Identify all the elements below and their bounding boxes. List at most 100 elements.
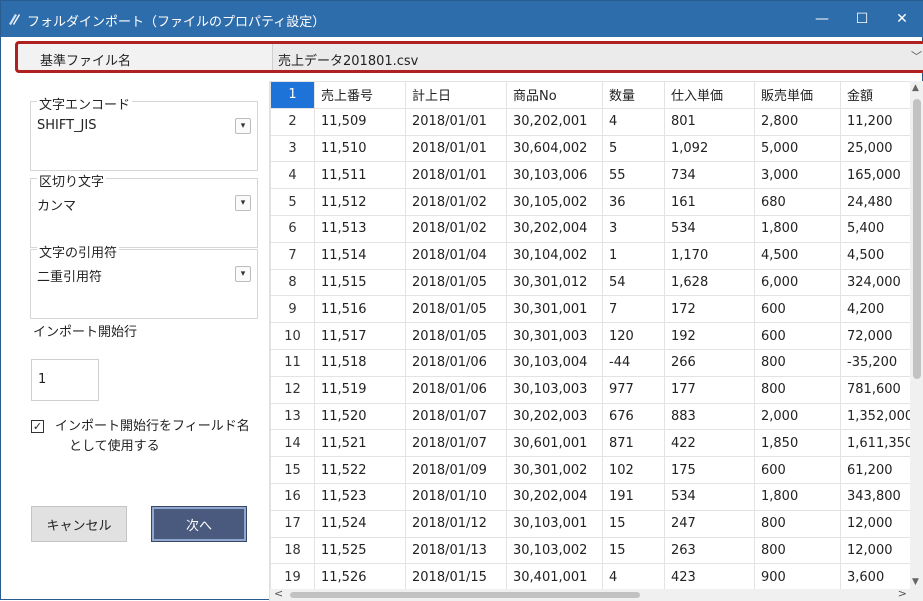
base-file-select[interactable]: 売上データ201801.csv ﹀	[272, 44, 923, 70]
scroll-left-icon[interactable]: <	[274, 587, 283, 600]
use-header-checkbox[interactable]: ✓	[31, 420, 44, 433]
row-number-cell[interactable]: 12	[270, 375, 315, 404]
table-row[interactable]: 4 11,511 2018/01/01 30,103,006 55 734 3,000 165…	[270, 161, 921, 190]
delimiter-value: カンマ	[37, 199, 77, 214]
table-cell: 25,000	[839, 134, 921, 163]
maximize-button[interactable]: ☐	[842, 1, 882, 37]
table-cell: 266	[664, 348, 755, 377]
row-number-cell[interactable]: 2	[270, 107, 315, 136]
window-title: フォルダインポート（ファイルのプロパティ設定）	[27, 15, 326, 30]
table-cell: 871	[602, 429, 665, 458]
table-cell: 30,104,002	[506, 241, 603, 270]
table-cell: 1,170	[664, 241, 755, 270]
title-bar[interactable]: フォルダインポート（ファイルのプロパティ設定） — ☐ ✕	[1, 1, 923, 37]
table-cell: 1,800	[754, 482, 841, 511]
table-row[interactable]: 5 11,512 2018/01/02 30,105,002 36 161 680 24,48…	[270, 188, 921, 216]
table-cell: 2018/01/09	[405, 456, 507, 484]
table-row[interactable]: 18 11,525 2018/01/13 30,103,002 15 263 800 12,0…	[270, 536, 921, 565]
table-cell: 11,520	[314, 402, 406, 431]
table-row[interactable]: 10 11,517 2018/01/05 30,301,003 120 192 600 72,…	[270, 322, 921, 350]
table-cell: 5	[602, 134, 665, 163]
row-number-cell[interactable]: 8	[270, 268, 315, 297]
horizontal-scroll-thumb[interactable]	[290, 592, 640, 598]
table-row[interactable]: 7 11,514 2018/01/04 30,104,002 1 1,170 4,500 4,…	[270, 241, 921, 270]
row-number-cell[interactable]: 14	[270, 429, 315, 458]
table-cell: 2018/01/02	[405, 214, 507, 243]
table-cell: 30,301,003	[506, 322, 603, 350]
table-row[interactable]: 16 11,523 2018/01/10 30,202,004 191 534 1,800 3…	[270, 482, 921, 511]
row-number-cell[interactable]: 11	[270, 348, 315, 377]
table-row[interactable]: 6 11,513 2018/01/02 30,202,004 3 534 1,800 5,40…	[270, 214, 921, 243]
table-cell: 263	[664, 536, 755, 565]
table-cell: 2018/01/13	[405, 536, 507, 565]
row-number-cell[interactable]: 9	[270, 295, 315, 324]
row-number-cell[interactable]: 17	[270, 509, 315, 538]
vertical-scroll-thumb[interactable]	[913, 99, 921, 379]
table-cell: 30,103,006	[506, 161, 603, 190]
table-cell: 4,200	[839, 295, 921, 324]
encoding-dropdown-icon[interactable]: ▾	[235, 118, 251, 134]
row-number-cell[interactable]: 4	[270, 161, 315, 190]
table-row[interactable]: 19 11,526 2018/01/15 30,401,001 4 423 900 3,600	[270, 563, 921, 592]
table-row[interactable]: 2 11,509 2018/01/01 30,202,001 4 801 2,800 11,2…	[270, 107, 921, 136]
table-row[interactable]: 12 11,519 2018/01/06 30,103,003 977 177 800 781…	[270, 375, 921, 404]
scroll-right-icon[interactable]: >	[898, 587, 907, 600]
table-cell: 11,517	[314, 322, 406, 350]
table-cell: 54	[602, 268, 665, 297]
table-cell: 177	[664, 375, 755, 404]
row-number-cell[interactable]: 3	[270, 134, 315, 163]
dialog-window: フォルダインポート（ファイルのプロパティ設定） — ☐ ✕ 基準ファイル名 売上…	[0, 0, 923, 601]
table-row[interactable]: 8 11,515 2018/01/05 30,301,012 54 1,628 6,000 3…	[270, 268, 921, 297]
table-cell: 883	[664, 402, 755, 431]
quote-dropdown-icon[interactable]: ▾	[235, 266, 251, 282]
table-row[interactable]: 17 11,524 2018/01/12 30,103,001 15 247 800 12,0…	[270, 509, 921, 538]
table-cell: 3,000	[754, 161, 841, 190]
table-row[interactable]: 13 11,520 2018/01/07 30,202,003 676 883 2,000 1…	[270, 402, 921, 431]
table-row[interactable]: 3 11,510 2018/01/01 30,604,002 5 1,092 5,000 25…	[270, 134, 921, 163]
delimiter-dropdown-icon[interactable]: ▾	[235, 195, 251, 211]
table-cell: 30,202,004	[506, 214, 603, 243]
table-cell: 676	[602, 402, 665, 431]
table-cell: 11,513	[314, 214, 406, 243]
table-cell: 175	[664, 456, 755, 484]
cancel-button[interactable]: キャンセル	[31, 506, 127, 542]
table-cell: 15	[602, 509, 665, 538]
scroll-up-icon[interactable]: ▲	[912, 83, 919, 93]
row-number-cell[interactable]: 6	[270, 214, 315, 243]
table-cell: 11,525	[314, 536, 406, 565]
table-cell: 2018/01/01	[405, 161, 507, 190]
base-file-row: 基準ファイル名 売上データ201801.csv ﹀	[15, 41, 923, 73]
row-number-cell[interactable]: 7	[270, 241, 315, 270]
table-cell: 11,510	[314, 134, 406, 163]
table-cell: 800	[754, 375, 841, 404]
table-row[interactable]: 14 11,521 2018/01/07 30,601,001 871 422 1,850 1…	[270, 429, 921, 458]
table-row[interactable]: 1 売上番号 計上日 商品No 数量 仕入単価 販売単価 金額	[270, 81, 921, 109]
encoding-group: 文字エンコード SHIFT_JIS ▾	[30, 94, 258, 171]
minimize-button[interactable]: —	[802, 1, 842, 37]
table-row[interactable]: 9 11,516 2018/01/05 30,301,001 7 172 600 4,200	[270, 295, 921, 324]
table-cell: 計上日	[405, 81, 507, 109]
table-row[interactable]: 11 11,518 2018/01/06 30,103,004 -44 266 800 -35…	[270, 348, 921, 377]
table-cell: 247	[664, 509, 755, 538]
start-row-input[interactable]: 1	[31, 359, 99, 401]
table-cell: 30,604,002	[506, 134, 603, 163]
close-button[interactable]: ✕	[882, 1, 922, 37]
row-number-cell[interactable]: 10	[270, 322, 315, 350]
table-cell: 7	[602, 295, 665, 324]
row-number-cell[interactable]: 18	[270, 536, 315, 565]
row-number-cell[interactable]: 15	[270, 456, 315, 484]
vertical-scrollbar[interactable]: ▲ ▼	[910, 81, 923, 589]
table-cell: 2,000	[754, 402, 841, 431]
table-cell: 1,800	[754, 214, 841, 243]
scroll-down-icon[interactable]: ▼	[912, 577, 919, 587]
table-row[interactable]: 15 11,522 2018/01/09 30,301,002 102 175 600 61,…	[270, 456, 921, 484]
table-cell: 1	[602, 241, 665, 270]
row-number-cell[interactable]: 16	[270, 482, 315, 511]
row-number-cell[interactable]: 1	[270, 81, 315, 109]
table-cell: 2018/01/04	[405, 241, 507, 270]
row-number-cell[interactable]: 5	[270, 188, 315, 216]
next-button[interactable]: 次へ	[151, 506, 247, 542]
table-cell: 1,092	[664, 134, 755, 163]
row-number-cell[interactable]: 13	[270, 402, 315, 431]
horizontal-scrollbar[interactable]: < >	[270, 587, 923, 601]
